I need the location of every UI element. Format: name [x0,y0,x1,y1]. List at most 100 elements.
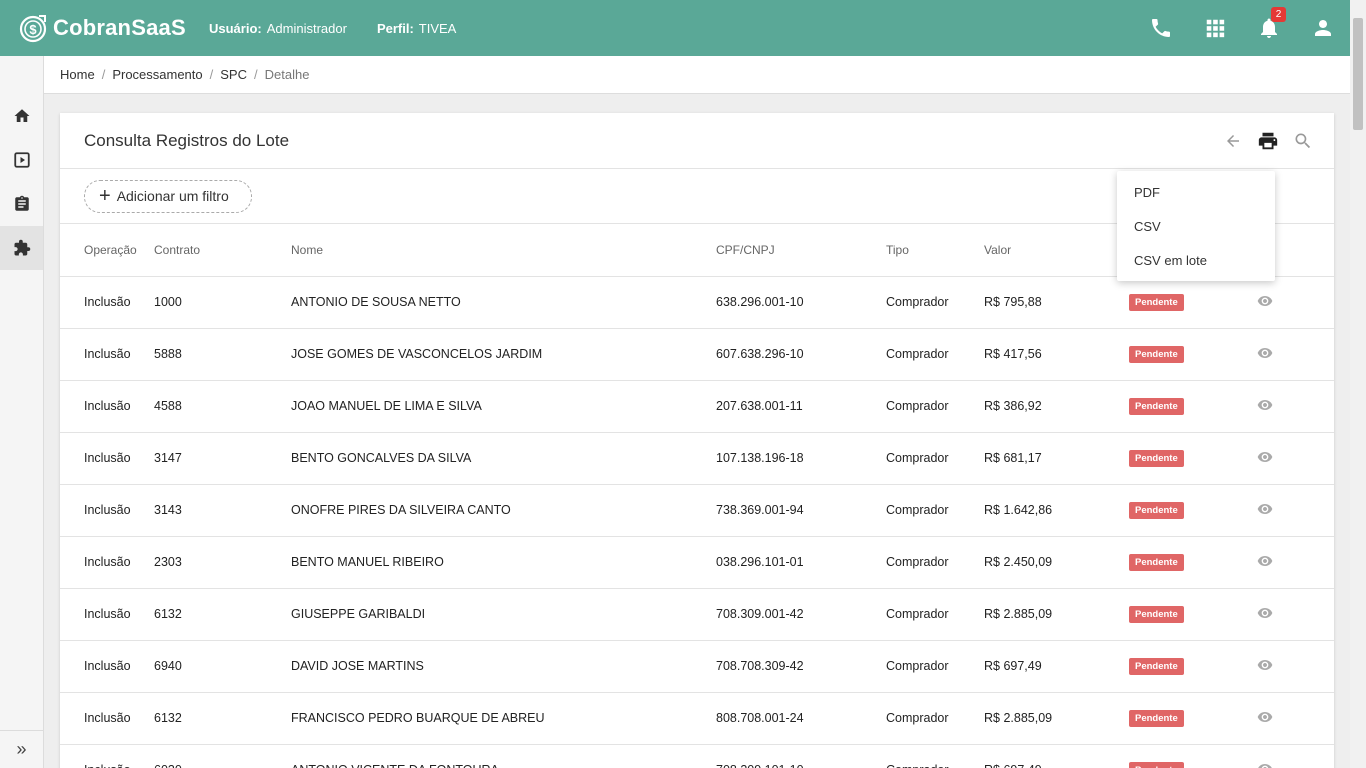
sidebar-expand-button[interactable]: » [0,730,43,768]
scrollbar-thumb[interactable] [1353,18,1363,130]
breadcrumb-separator: / [254,67,258,82]
view-details-button[interactable] [1257,397,1273,413]
cell-nome: ONOFRE PIRES DA SILVEIRA CANTO [291,484,716,537]
menu-item-pdf[interactable]: PDF [1117,175,1275,209]
eye-icon [1257,659,1273,670]
view-details-button[interactable] [1257,605,1273,621]
view-details-button[interactable] [1257,345,1273,361]
page-scrollbar[interactable] [1350,0,1366,768]
account-button[interactable] [1296,0,1350,56]
menu-item-csv-em-lote[interactable]: CSV em lote [1117,243,1275,277]
cell-nome: JOSE GOMES DE VASCONCELOS JARDIM [291,328,716,381]
cell-actions [1257,484,1334,537]
profile-name: TIVEA [418,20,457,36]
column-header-cpf-cnpj[interactable]: CPF/CNPJ [716,224,886,277]
cell-contrato: 3143 [154,484,291,537]
cell-status: Pendente [1129,640,1257,693]
table-row[interactable]: Inclusão 3143 ONOFRE PIRES DA SILVEIRA CAN… [60,484,1334,537]
user-label: Usuário: [209,20,262,36]
cell-actions [1257,744,1334,768]
breadcrumb-home[interactable]: Home [60,67,95,82]
svg-text:$: $ [29,22,37,37]
eye-icon [1257,503,1273,514]
apps-button[interactable] [1188,0,1242,56]
sidebar-item-play[interactable] [0,138,43,182]
table-row[interactable]: Inclusão 6132 GIUSEPPE GARIBALDI 708.309.00… [60,588,1334,641]
cell-cpf-cnpj: 808.708.001-24 [716,692,886,745]
cell-cpf-cnpj: 607.638.296-10 [716,328,886,381]
top-bar: $ CobranSaaS Usuário: Administrador Perf… [0,0,1350,56]
status-badge: Pendente [1129,501,1184,519]
cell-status: Pendente [1129,380,1257,433]
cell-operacao: Inclusão [60,588,154,641]
cell-contrato: 6030 [154,744,291,768]
breadcrumb-processamento[interactable]: Processamento [112,67,202,82]
table-row[interactable]: Inclusão 6940 DAVID JOSE MARTINS 708.708.30… [60,640,1334,693]
phone-button[interactable] [1134,0,1188,56]
table-row[interactable]: Inclusão 1000 ANTONIO DE SOUSA NETTO 638.29… [60,276,1334,329]
logo[interactable]: $ CobranSaaS [19,13,209,43]
cell-contrato: 1000 [154,276,291,329]
table-row[interactable]: Inclusão6030ANTONIO VICENTE DA FONTOURA7… [60,744,1334,768]
cell-valor: R$ 795,88 [984,276,1129,329]
view-details-button[interactable] [1257,761,1273,768]
cell-cpf-cnpj: 708.309.001-42 [716,588,886,641]
plus-icon: + [99,185,111,207]
table-row[interactable]: Inclusão 3147 BENTO GONCALVES DA SILVA 107.… [60,432,1334,485]
status-badge: Pendente [1129,605,1184,623]
cell-contrato: 4588 [154,380,291,433]
cell-operacao: Inclusão [60,380,154,433]
table-row[interactable]: Inclusão 5888 JOSE GOMES DE VASCONCELOS JA… [60,328,1334,381]
cell-nome: ANTONIO DE SOUSA NETTO [291,276,716,329]
table-row[interactable]: Inclusão 4588 JOAO MANUEL DE LIMA E SILVA 2… [60,380,1334,433]
cell-nome: BENTO MANUEL RIBEIRO [291,536,716,589]
cell-tipo: Comprador [886,692,984,745]
print-button[interactable] [1250,125,1285,157]
eye-icon [1257,711,1273,722]
column-header-operacao[interactable]: Operação [60,224,154,277]
cell-nome: JOAO MANUEL DE LIMA E SILVA [291,380,716,433]
cell-contrato: 5888 [154,328,291,381]
cell-nome: FRANCISCO PEDRO BUARQUE DE ABREU [291,692,716,745]
logo-text: CobranSaaS [53,15,186,40]
sidebar-item-home[interactable] [0,94,43,138]
cell-cpf-cnpj: 107.138.196-18 [716,432,886,485]
sidebar-item-clipboard[interactable] [0,182,43,226]
column-header-tipo[interactable]: Tipo [886,224,984,277]
top-actions: 2 [1134,0,1350,56]
back-button[interactable] [1215,125,1250,157]
view-details-button[interactable] [1257,553,1273,569]
cell-status: Pendente [1129,588,1257,641]
clipboard-icon [14,195,29,211]
menu-item-csv[interactable]: CSV [1117,209,1275,243]
cell-contrato: 6132 [154,692,291,745]
view-details-button[interactable] [1257,657,1273,673]
card-actions [1215,125,1320,157]
apps-grid-icon [1206,19,1225,38]
column-header-valor[interactable]: Valor [984,224,1129,277]
cell-operacao: Inclusão [60,484,154,537]
eye-icon [1257,555,1273,566]
add-filter-button[interactable]: + Adicionar um filtro [84,179,252,213]
eye-icon [1257,347,1273,358]
view-details-button[interactable] [1257,449,1273,465]
cell-operacao: Inclusão [60,536,154,589]
notification-count-badge: 2 [1271,7,1286,22]
cell-tipo: Comprador [886,536,984,589]
cell-actions [1257,276,1334,329]
cell-cpf-cnpj: 738.369.001-94 [716,484,886,537]
notifications-button[interactable]: 2 [1242,0,1296,56]
arrow-back-icon [1226,135,1239,147]
puzzle-icon [14,239,30,256]
status-badge: Pendente [1129,657,1184,675]
sidebar-item-extensions[interactable] [0,226,43,270]
column-header-nome[interactable]: Nome [291,224,716,277]
view-details-button[interactable] [1257,709,1273,725]
search-button[interactable] [1285,125,1320,157]
view-details-button[interactable] [1257,293,1273,309]
table-row[interactable]: Inclusão 6132 FRANCISCO PEDRO BUARQUE DE A… [60,692,1334,745]
view-details-button[interactable] [1257,501,1273,517]
breadcrumb-spc[interactable]: SPC [220,67,247,82]
column-header-contrato[interactable]: Contrato [154,224,291,277]
table-row[interactable]: Inclusão 2303 BENTO MANUEL RIBEIRO 038.296.… [60,536,1334,589]
